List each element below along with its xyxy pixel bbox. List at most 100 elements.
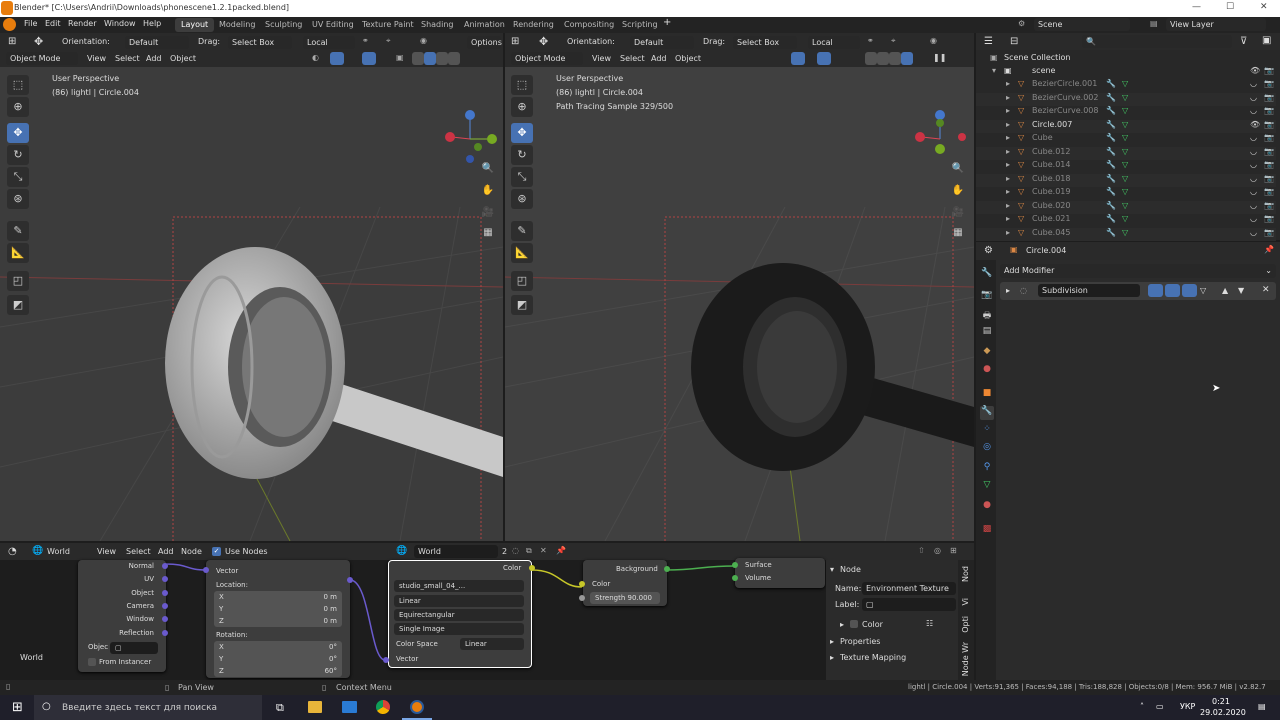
tex-coord-output-socket[interactable] — [162, 602, 168, 609]
windows-start-icon[interactable]: ⊞ — [12, 700, 23, 715]
constraints-tab-icon[interactable]: ⚲ — [980, 462, 994, 476]
tab-view[interactable]: Vi — [961, 598, 970, 606]
annotate-tool-icon[interactable]: ✎ — [511, 221, 533, 241]
modifier-name-input[interactable]: Subdivision — [1038, 284, 1140, 297]
cursor-tool-icon[interactable]: ⊕ — [7, 97, 29, 117]
texture-tab-icon[interactable]: ▩ — [980, 524, 994, 538]
world-name-input[interactable]: World — [414, 545, 498, 558]
move-tool-icon[interactable]: ✥ — [539, 35, 548, 48]
fake-user-icon[interactable]: ◌ — [512, 546, 519, 555]
new-collection-icon[interactable]: ▣ — [1262, 35, 1271, 46]
file-explorer-icon[interactable] — [308, 701, 322, 713]
solid-shading-icon[interactable] — [424, 52, 436, 65]
node-name-input[interactable]: Environment Texture — [862, 582, 956, 595]
menu-help[interactable]: Help — [143, 19, 161, 28]
scale-tool-icon[interactable]: ⤡ — [7, 167, 29, 187]
blender-taskbar-icon[interactable] — [410, 700, 424, 714]
snap-icon[interactable]: ⌖ — [891, 36, 896, 46]
add-cube-tool-icon[interactable]: ◰ — [511, 271, 533, 291]
cursor-tool-icon[interactable]: ⊕ — [511, 97, 533, 117]
task-view-icon[interactable]: ⧉ — [276, 701, 284, 715]
snap-icon[interactable]: ⌖ — [386, 36, 391, 46]
render-camera-icon[interactable]: 📷 — [1264, 228, 1274, 237]
from-instancer-checkbox[interactable] — [88, 658, 96, 666]
annotate-tool-icon[interactable]: ✎ — [7, 221, 29, 241]
expand-icon[interactable]: ▸ — [830, 637, 834, 646]
expand-icon[interactable]: ▸ — [1006, 214, 1010, 223]
tex-coord-output-socket[interactable] — [162, 629, 168, 636]
mapping-field[interactable]: Y 0 m — [214, 603, 342, 615]
menu-render[interactable]: Render — [68, 19, 96, 28]
color-output-socket[interactable] — [529, 565, 535, 571]
tab-modeling[interactable]: Modeling — [213, 18, 261, 32]
menu-view[interactable]: View — [87, 54, 106, 63]
mapping-field[interactable]: Z 60° — [214, 665, 342, 677]
transform-orientation-dropdown[interactable]: Local — [808, 36, 860, 49]
render-camera-icon[interactable]: 📷 — [1264, 79, 1274, 88]
tab-rendering[interactable]: Rendering — [507, 18, 560, 32]
node-label-input[interactable]: ▢ — [862, 598, 956, 611]
measure-tool-icon[interactable]: 📐 — [7, 243, 29, 263]
color-presets-icon[interactable]: ☷ — [926, 619, 933, 628]
clock-time[interactable]: 0:21 — [1212, 697, 1230, 706]
render-camera-icon[interactable]: 📷 — [1264, 133, 1274, 142]
orientation-dropdown[interactable]: Default — [125, 36, 189, 49]
select-tool-icon[interactable]: ⬚ — [7, 75, 29, 95]
menu-object[interactable]: Object — [170, 54, 196, 63]
pan-hand-icon[interactable]: ✋ — [480, 185, 496, 201]
expand-icon[interactable]: ▸ — [1006, 228, 1010, 237]
expand-icon[interactable]: ▸ — [830, 653, 834, 662]
mapping-field[interactable]: Z 0 m — [214, 615, 342, 627]
camera-view-icon[interactable]: 🎥 — [950, 207, 966, 223]
tab-sculpting[interactable]: Sculpting — [259, 18, 308, 32]
visibility-eye-icon[interactable]: ◡ — [1250, 79, 1257, 88]
move-down-icon[interactable]: ▼ — [1238, 286, 1244, 295]
tab-node[interactable]: Node — [961, 566, 970, 582]
outliner-item[interactable]: ▸ ▽ Circle.007 🔧 ▽ 👁 📷 — [976, 119, 1276, 133]
tab-scripting[interactable]: Scripting — [616, 18, 664, 32]
select-tool-icon[interactable]: ⬚ — [511, 75, 533, 95]
cage-icon[interactable]: ▽ — [1200, 286, 1206, 295]
render-camera-icon[interactable]: 📷 — [1264, 201, 1274, 210]
projection-dropdown[interactable]: Equirectangular — [394, 609, 524, 621]
visibility-eye-icon[interactable]: ◡ — [1250, 133, 1257, 142]
transform-tool-icon[interactable]: ⊛ — [7, 189, 29, 209]
modifier-tab-icon[interactable]: 🔧 — [980, 406, 994, 420]
viewport-3d-left[interactable]: User Perspective (86) lightl | Circle.00… — [0, 67, 503, 541]
object-field-input[interactable]: ▢ — [110, 642, 158, 654]
solid-shading-icon[interactable] — [877, 52, 889, 65]
expand-icon[interactable]: ▸ — [840, 620, 844, 629]
menu-select[interactable]: Select — [620, 54, 645, 63]
visibility-eye-icon[interactable]: ◡ — [1250, 228, 1257, 237]
zoom-icon[interactable]: 🔍 — [950, 163, 966, 179]
render-camera-icon[interactable]: 📷 — [1264, 174, 1274, 183]
drag-dropdown[interactable]: Select Box — [733, 36, 797, 49]
tool-tab-icon[interactable]: 🔧 — [980, 268, 994, 282]
clock-date[interactable]: 29.02.2020 — [1200, 708, 1246, 717]
scene-selector[interactable]: Scene — [1034, 18, 1130, 31]
visibility-eye-icon[interactable]: ◡ — [1250, 147, 1257, 156]
rotate-tool-icon[interactable]: ↻ — [7, 145, 29, 165]
network-icon[interactable]: ▭ — [1156, 702, 1164, 711]
expand-icon[interactable]: ▸ — [1006, 174, 1010, 183]
expand-icon[interactable]: ▸ — [1006, 187, 1010, 196]
collection-row[interactable]: ▾ ▣ scene 👁 📷 — [976, 66, 1276, 79]
expand-icon[interactable]: ▸ — [1006, 201, 1010, 210]
add-cube-tool-icon[interactable]: ◰ — [7, 271, 29, 291]
tex-coord-output-socket[interactable] — [162, 589, 168, 596]
color-input-socket[interactable] — [579, 581, 585, 587]
tex-coord-output-socket[interactable] — [162, 563, 168, 569]
menu-add[interactable]: Add — [158, 547, 174, 556]
proportional-edit-icon[interactable]: ◉ — [930, 36, 937, 45]
viewport-right[interactable]: ⊞ ✥ Orientation: Default Drag: Select Bo… — [505, 33, 974, 541]
expand-icon[interactable]: ▸ — [1006, 147, 1010, 156]
expand-icon[interactable]: ▸ — [1006, 93, 1010, 102]
output-tab-icon[interactable]: 🖶 — [980, 308, 994, 322]
pan-hand-icon[interactable]: ✋ — [950, 185, 966, 201]
outliner-item[interactable]: ▸ ▽ Cube.012 🔧 ▽ ◡ 📷 — [976, 146, 1276, 160]
mail-icon[interactable] — [342, 701, 357, 713]
menu-add[interactable]: Add — [146, 54, 162, 63]
menu-file[interactable]: File — [24, 19, 37, 28]
collapse-icon[interactable]: ▾ — [830, 565, 834, 574]
tab-uv-editing[interactable]: UV Editing — [306, 18, 360, 32]
